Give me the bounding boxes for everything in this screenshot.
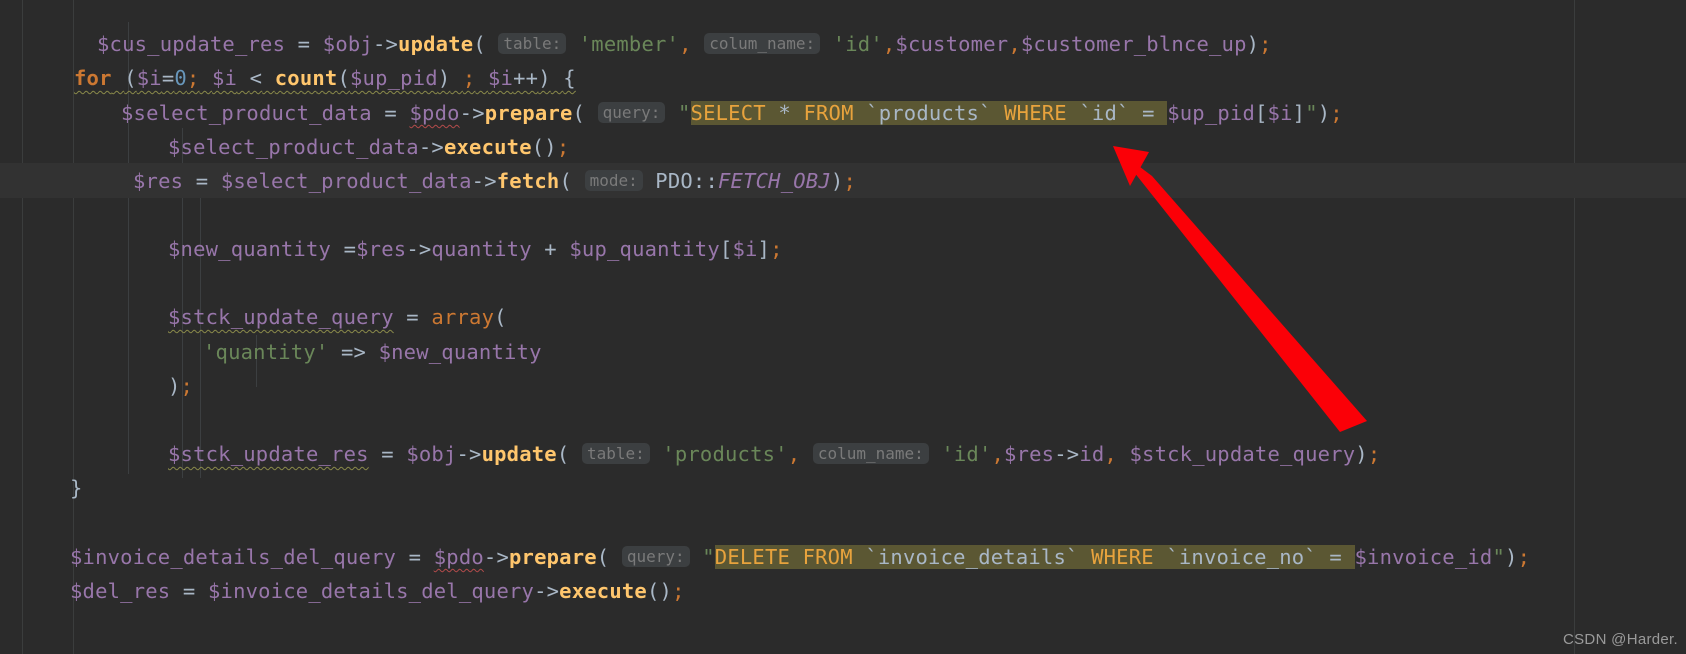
code-line-7[interactable]: 'quantity' => $new_quantity xyxy=(0,335,1686,369)
inlay-hint-query: query: xyxy=(597,102,666,123)
inlay-hint-query-2: query: xyxy=(621,546,690,567)
code-line-6[interactable]: $stck_update_query = array( xyxy=(0,300,1686,334)
inlay-hint-mode: mode: xyxy=(584,170,643,191)
code-line-8[interactable]: ); xyxy=(0,369,1686,403)
code-line-9[interactable]: $stck_update_res = $obj->update( table: … xyxy=(0,437,1686,471)
code-line-0[interactable]: $cus_update_res = $obj->update( table: '… xyxy=(0,27,1686,61)
inlay-hint-colum-name-2: colum_name: xyxy=(812,443,929,464)
code-line-5[interactable]: $new_quantity =$res->quantity + $up_quan… xyxy=(0,232,1686,266)
inlay-hint-colum-name: colum_name: xyxy=(704,33,821,54)
code-line-3[interactable]: $select_product_data->execute(); xyxy=(0,130,1686,164)
injected-sql-delete: DELETE FROM `invoice_details` WHERE `inv… xyxy=(714,545,1355,569)
code-line-1[interactable]: for ($i=0; $i < count($up_pid) ; $i++) { xyxy=(0,61,1686,95)
inlay-hint-table: table: xyxy=(498,33,567,54)
code-editor[interactable]: $cus_update_res = $obj->update( table: '… xyxy=(0,0,1686,654)
code-line-12[interactable]: $del_res = $invoice_details_del_query->e… xyxy=(0,574,1686,608)
code-line-2[interactable]: $select_product_data = $pdo->prepare( qu… xyxy=(0,96,1686,130)
code-line-4[interactable]: $res = $select_product_data->fetch( mode… xyxy=(0,164,1686,198)
inlay-hint-table-2: table: xyxy=(581,443,650,464)
code-line-11[interactable]: $invoice_details_del_query = $pdo->prepa… xyxy=(0,540,1686,574)
injected-sql-select: SELECT * FROM `products` WHERE `id` = xyxy=(690,101,1168,125)
code-line-10[interactable]: } xyxy=(0,471,1686,505)
watermark: CSDN @Harder. xyxy=(1563,631,1678,648)
